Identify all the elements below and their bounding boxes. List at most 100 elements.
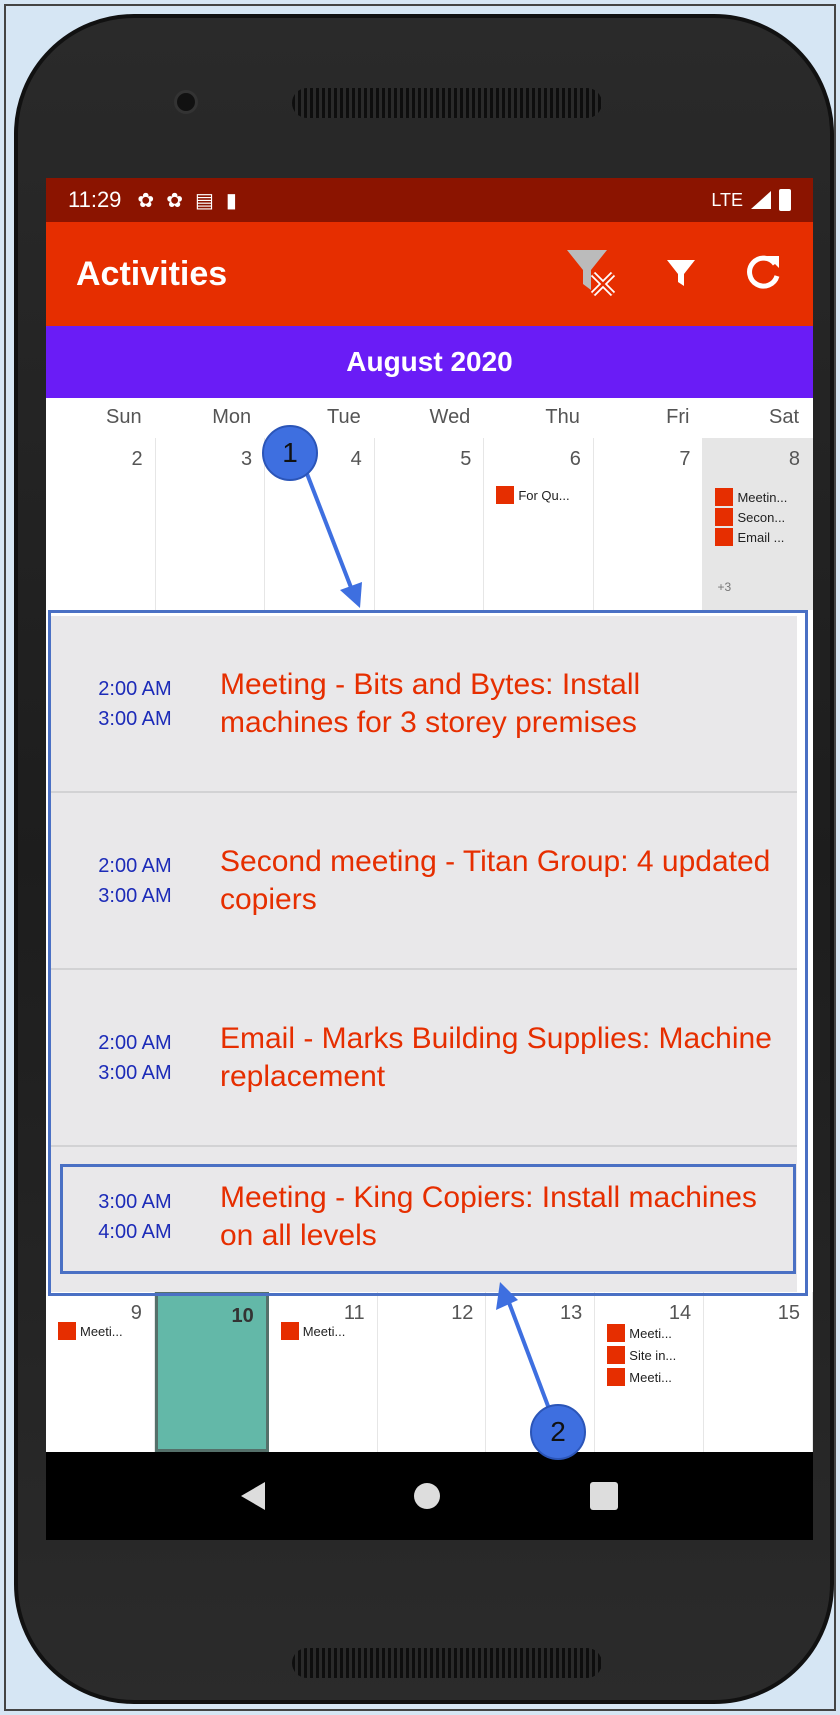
activity-times: 2:00 AM 3:00 AM [50,674,220,734]
callout-badge-1: 1 [262,425,318,481]
event-chip[interactable]: Site in... [607,1346,676,1364]
activity-description: Second meeting - Titan Group: 4 updated … [220,844,771,916]
event-color-marker [715,528,734,546]
day-number: 4 [350,448,362,470]
event-chip-label: Email ... [737,529,785,545]
event-chip-label: Meeti... [629,1325,672,1341]
home-icon[interactable] [414,1483,441,1509]
day-cell[interactable]: 11 Meeti... [269,1292,378,1452]
event-chip-label: Site in... [629,1347,677,1363]
status-icons: ✿ ✿ ▤ ▮ [137,188,236,213]
activity-end-time: 4:00 AM [98,1221,172,1243]
event-chip-label: Meetin... [737,489,788,505]
day-activities-panel: 2:00 AM 3:00 AM Meeting - Bits and Bytes… [50,616,797,1292]
back-icon[interactable] [240,1482,265,1510]
event-chip[interactable]: For Qu... [496,486,570,504]
event-chip-label: For Qu... [518,487,570,503]
more-events-count[interactable]: +3 [717,580,731,594]
weekday-label: Sat [769,406,800,428]
battery-icon [779,189,791,211]
event-chip-label: Meeti... [629,1369,672,1385]
event-chip-label: Secon... [737,509,786,525]
activity-times: 2:00 AM 3:00 AM [50,1028,220,1088]
event-color-marker [715,488,734,506]
event-chip[interactable]: Meeti... [607,1368,672,1386]
day-cell[interactable]: 3 [156,438,266,610]
app-bar-actions [563,244,783,305]
event-color-marker [607,1324,626,1342]
filter-icon[interactable] [665,256,697,293]
day-number: 5 [460,448,472,470]
activity-end-time: 3:00 AM [98,884,172,907]
sd-card-icon: ▮ [225,189,237,212]
event-chip[interactable]: Secon... [715,508,785,526]
day-cell[interactable]: 6 For Qu... [484,438,594,610]
activity-times: 2:00 AM 3:00 AM [50,851,220,911]
event-color-marker [715,508,734,526]
activity-start-time: 3:00 AM [98,1191,172,1213]
android-nav-bar [46,1452,813,1540]
activity-start-time: 2:00 AM [98,1031,172,1054]
settings-icon: ✿ [166,189,183,212]
status-time: 11:29 [68,187,122,212]
status-right: LTE [711,189,791,211]
weekday-label: Sun [105,406,142,428]
event-chip[interactable]: Meeti... [58,1322,123,1340]
event-color-marker [607,1346,626,1364]
activity-row[interactable]: 2:00 AM 3:00 AM Second meeting - Titan G… [50,793,797,970]
activity-start-time: 2:00 AM [98,854,172,877]
event-color-marker [280,1322,299,1340]
day-number: 13 [560,1302,583,1324]
day-cell-selected[interactable]: 8 Meetin... Secon... Email ... +3 [703,438,813,610]
day-number: 9 [130,1302,142,1324]
day-number: 12 [451,1302,474,1324]
day-cell[interactable]: 14 Meeti... Site in... Meeti... [595,1292,705,1452]
day-number: 7 [679,448,691,470]
callout-badge-2: 2 [530,1404,586,1460]
day-cell[interactable]: 5 [375,438,485,610]
event-color-marker [58,1322,76,1340]
activity-row[interactable]: 2:00 AM 3:00 AM Meeting - Bits and Bytes… [50,616,797,793]
recent-apps-icon[interactable] [590,1482,619,1510]
day-number: 14 [668,1302,692,1324]
event-chip[interactable]: Email ... [715,528,784,546]
activity-description: Meeting - King Copiers: Install machines… [220,1181,757,1252]
activity-row[interactable]: 2:00 AM 3:00 AM Email - Marks Building S… [50,970,797,1147]
day-number: 15 [777,1302,801,1324]
activity-description: Email - Marks Building Supplies: Machine… [220,1021,772,1093]
event-chip-label: Meeti... [302,1323,346,1339]
signal-icon [751,191,771,209]
activity-start-time: 2:00 AM [98,677,172,700]
day-number: 3 [241,448,253,470]
earpiece-speaker [292,88,602,118]
clear-filter-icon[interactable] [563,244,619,305]
calendar-week-row: 2 3 4 5 6 For Qu... 7 8 Meetin... Secon.… [46,438,813,610]
day-cell[interactable]: 7 [594,438,704,610]
network-label: LTE [711,189,743,210]
day-number: 8 [788,448,801,470]
event-chip[interactable]: Meeti... [280,1322,346,1340]
status-bar: 11:29 ✿ ✿ ▤ ▮ LTE [46,178,813,222]
camera-icon [174,90,198,114]
day-cell[interactable]: 9 Meeti... [46,1292,155,1452]
day-cell[interactable]: 2 [46,438,156,610]
refresh-icon[interactable] [743,252,783,297]
settings-icon: ✿ [137,189,155,212]
activity-row[interactable]: 3:00 AM 4:00 AM Meeting - King Copiers: … [50,1147,797,1287]
event-color-marker [496,486,515,504]
month-title[interactable]: August 2020 [46,326,813,398]
phone-screen: 11:29 ✿ ✿ ▤ ▮ LTE Activities August 2020… [46,178,813,1540]
weekday-label: Thu [545,406,580,428]
day-cell-today[interactable]: 10 [154,1292,269,1452]
page-title: Activities [76,254,228,293]
calendar-notification-icon: ▤ [194,189,214,212]
event-chip[interactable]: Meeti... [607,1324,672,1342]
activity-end-time: 3:00 AM [98,707,172,730]
event-color-marker [607,1368,626,1386]
event-chip[interactable]: Meetin... [715,488,787,506]
day-cell[interactable]: 15 [704,1292,813,1452]
day-cell[interactable]: 12 [378,1292,487,1452]
day-number: 11 [343,1302,365,1324]
activity-end-time: 3:00 AM [98,1061,172,1084]
calendar-week-row: 9 Meeti... 10 11 Meeti... 12 13 14 Meeti… [46,1292,813,1452]
